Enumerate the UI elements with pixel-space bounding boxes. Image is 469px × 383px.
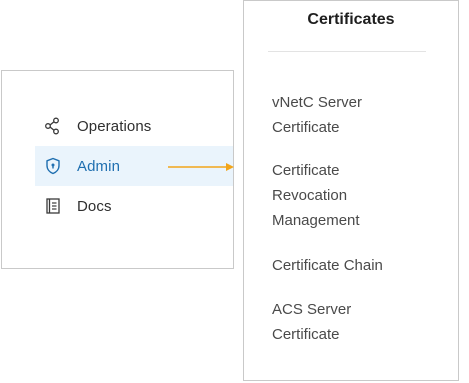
divider [268, 51, 426, 52]
sidebar-item-docs[interactable]: Docs [35, 186, 233, 226]
sidebar-item-label: Docs [77, 197, 112, 215]
shield-icon [44, 157, 62, 175]
sidebar-item-label: Admin [77, 157, 121, 175]
certificates-panel: Certificates vNetC Server Certificate Ce… [243, 0, 459, 381]
cert-item-vnetc-server-certificate[interactable]: vNetC Server Certificate [272, 90, 442, 140]
cert-item-acs-server-certificate[interactable]: ACS Server Certificate [272, 297, 442, 347]
share-nodes-icon [44, 117, 62, 135]
cert-item-certificate-revocation-management[interactable]: Certificate Revocation Management [272, 158, 442, 233]
sidebar-item-label: Operations [77, 117, 152, 135]
panel-title: Certificates [307, 11, 395, 28]
sidebar-item-operations[interactable]: Operations [35, 106, 233, 146]
book-icon [44, 197, 62, 215]
arrow-right-icon [168, 163, 234, 171]
cert-item-certificate-chain[interactable]: Certificate Chain [272, 253, 442, 278]
